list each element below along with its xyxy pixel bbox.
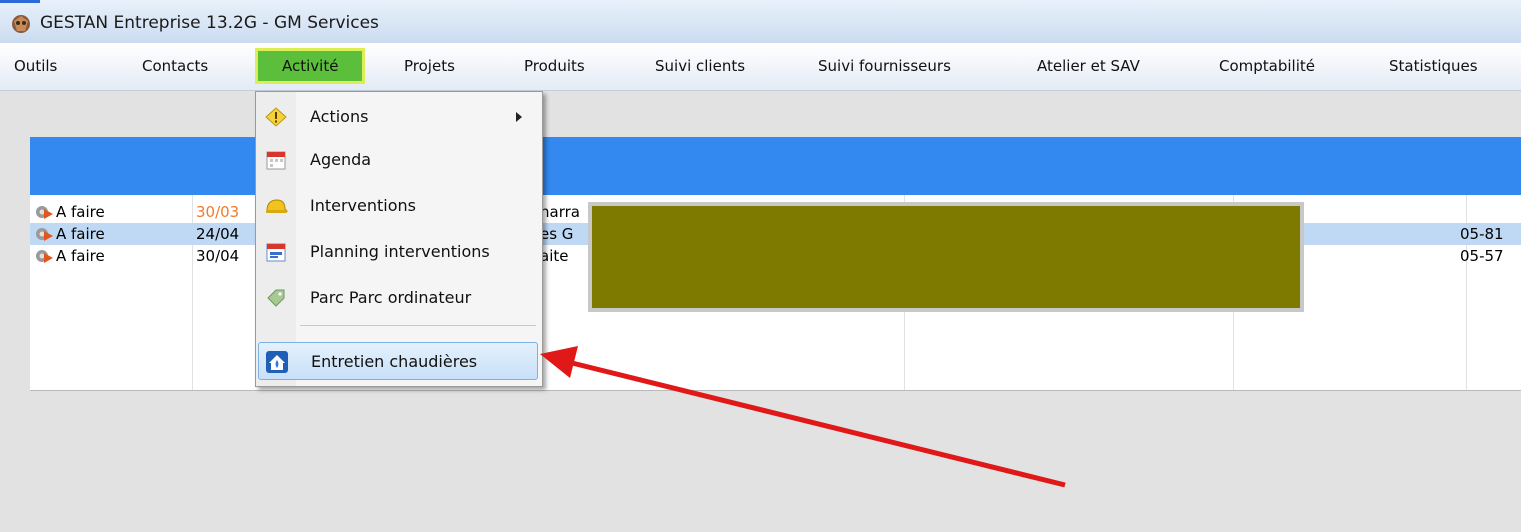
- annotation-arrow: [540, 346, 1066, 488]
